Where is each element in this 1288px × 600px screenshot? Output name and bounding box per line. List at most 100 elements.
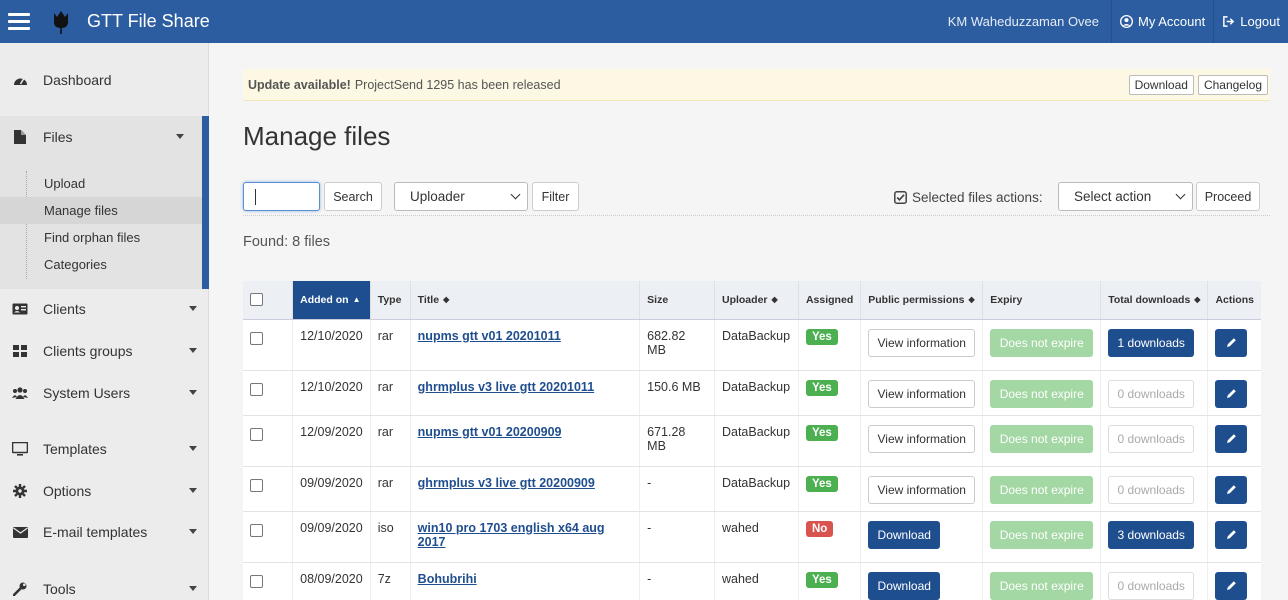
logout-label: Logout: [1240, 14, 1280, 29]
sort-icon: ◆: [771, 294, 778, 304]
cell-type: rar: [370, 370, 411, 416]
cell-uploader: wahed: [714, 562, 799, 600]
selected-files-actions-label: Selected files actions:: [894, 190, 1043, 205]
cell-uploader: DataBackup: [714, 319, 799, 371]
sidebar-item-files[interactable]: Files: [0, 116, 202, 158]
changelog-button[interactable]: Changelog: [1197, 75, 1268, 95]
sidebar-item-tools[interactable]: Tools: [0, 568, 209, 600]
my-account-link[interactable]: My Account: [1111, 0, 1213, 43]
file-title-link[interactable]: nupms gtt v01 20201011: [418, 329, 561, 343]
cell-downloads: 0 downloads: [1100, 466, 1209, 512]
sidebar-item-options[interactable]: Options: [0, 470, 209, 512]
header-public-permissions[interactable]: Public permissions ◆: [860, 281, 984, 320]
pencil-icon: [1226, 581, 1236, 590]
view-information-button[interactable]: View information: [868, 475, 976, 504]
downloads-count-button[interactable]: 0 downloads: [1108, 379, 1195, 408]
select-all-checkbox[interactable]: [250, 293, 263, 307]
edit-button[interactable]: [1215, 424, 1248, 453]
row-checkbox[interactable]: [250, 574, 263, 588]
downloads-count-button[interactable]: 0 downloads: [1108, 424, 1195, 453]
sidebar-item-label: Clients: [43, 301, 86, 317]
cell-date: 08/09/2020: [292, 562, 371, 600]
downloads-count-button[interactable]: 0 downloads: [1108, 571, 1195, 600]
cell-assigned: Yes: [798, 562, 862, 600]
cell-size: 682.82 MB: [639, 319, 715, 371]
cell-permissions: View information: [860, 319, 984, 371]
menu-toggle-icon[interactable]: [0, 0, 37, 43]
cell-uploader: DataBackup: [714, 466, 799, 512]
downloads-count-button[interactable]: 1 downloads: [1108, 328, 1195, 357]
row-checkbox[interactable]: [250, 382, 263, 396]
table-row: 12/09/2020 rar nupms gtt v01 20200909 67…: [243, 415, 1261, 467]
file-title-link[interactable]: ghrmplus v3 live gtt 20200909: [418, 476, 595, 490]
expiry-badge: Does not expire: [990, 475, 1094, 504]
sidebar-subitem-upload[interactable]: Upload: [0, 170, 202, 197]
view-information-button[interactable]: View information: [868, 379, 976, 408]
sidebar-item-clients[interactable]: Clients: [0, 288, 209, 330]
sidebar-item-label: Options: [43, 483, 92, 499]
proceed-button[interactable]: Proceed: [1196, 182, 1260, 211]
table-header-row: Added on ▲ Type Title ◆ Size Uploader ◆ Ass…: [243, 281, 1261, 320]
wrench-icon: [12, 581, 28, 597]
header-label: Title: [417, 293, 440, 306]
cell-date: 09/09/2020: [292, 466, 371, 512]
view-information-button[interactable]: View information: [868, 424, 976, 453]
search-button[interactable]: Search: [324, 182, 382, 211]
cell-expiry: Does not expire: [982, 511, 1102, 563]
sidebar-item-label: Dashboard: [43, 72, 112, 88]
header-uploader[interactable]: Uploader ◆: [714, 281, 799, 320]
caret-down-icon: [189, 446, 197, 451]
sidebar-subitem-categories[interactable]: Categories: [0, 251, 202, 278]
edit-button[interactable]: [1215, 475, 1248, 504]
download-button[interactable]: Download: [868, 520, 941, 549]
edit-button[interactable]: [1215, 571, 1248, 600]
row-checkbox[interactable]: [250, 478, 263, 492]
divider: [243, 215, 1270, 216]
app-title[interactable]: GTT File Share: [87, 11, 210, 32]
edit-button[interactable]: [1215, 520, 1248, 549]
logout-link[interactable]: Logout: [1213, 0, 1288, 43]
download-button[interactable]: Download: [868, 571, 941, 600]
uploader-select-value: Uploader: [410, 189, 465, 204]
sidebar-item-templates[interactable]: Templates: [0, 428, 209, 470]
expiry-badge: Does not expire: [990, 520, 1094, 549]
header-title[interactable]: Title ◆: [410, 281, 641, 320]
pencil-icon: [1226, 434, 1236, 443]
sidebar-item-system-users[interactable]: System Users: [0, 372, 209, 414]
uploader-select[interactable]: Uploader: [394, 182, 528, 211]
header-total-downloads[interactable]: Total downloads ◆: [1100, 281, 1209, 320]
file-title-link[interactable]: Bohubrihi: [418, 572, 477, 586]
alert-download-button[interactable]: Download: [1128, 75, 1194, 95]
row-checkbox[interactable]: [250, 331, 263, 345]
row-checkbox[interactable]: [250, 427, 263, 441]
downloads-count-button[interactable]: 0 downloads: [1108, 475, 1195, 504]
table-row: 12/10/2020 rar ghrmplus v3 live gtt 2020…: [243, 370, 1261, 416]
assigned-badge: Yes: [805, 571, 838, 588]
header-added-on[interactable]: Added on ▲: [292, 281, 371, 320]
file-title-link[interactable]: ghrmplus v3 live gtt 20201011: [418, 380, 594, 394]
cell-size: 150.6 MB: [639, 370, 715, 416]
sidebar-item-dashboard[interactable]: Dashboard: [0, 59, 209, 101]
file-title-link[interactable]: win10 pro 1703 english x64 aug 2017: [418, 521, 605, 549]
sidebar-item-email-templates[interactable]: E-mail templates: [0, 511, 209, 553]
row-checkbox[interactable]: [250, 523, 263, 537]
cell-actions: [1207, 415, 1261, 467]
action-select[interactable]: Select action: [1058, 182, 1193, 211]
sidebar: Dashboard Files Upload Manage files Find…: [0, 43, 209, 600]
cell-title: ghrmplus v3 live gtt 20200909: [410, 466, 641, 512]
filter-button[interactable]: Filter: [532, 182, 579, 211]
view-information-button[interactable]: View information: [868, 328, 976, 357]
file-title-link[interactable]: nupms gtt v01 20200909: [418, 425, 562, 439]
alert-bold: Update available!: [248, 77, 351, 92]
sidebar-subitem-label: Categories: [44, 257, 107, 272]
downloads-count-button[interactable]: 3 downloads: [1108, 520, 1195, 549]
chevron-down-icon: [1175, 189, 1186, 200]
search-input[interactable]: [243, 182, 320, 211]
sidebar-subitem-find-orphan-files[interactable]: Find orphan files: [0, 224, 202, 251]
sidebar-subitem-manage-files[interactable]: Manage files: [0, 197, 202, 224]
cell-date: 12/10/2020: [292, 319, 371, 371]
edit-button[interactable]: [1215, 328, 1248, 357]
caret-down-icon: [189, 306, 197, 311]
edit-button[interactable]: [1215, 379, 1248, 408]
sidebar-item-clients-groups[interactable]: Clients groups: [0, 330, 209, 372]
